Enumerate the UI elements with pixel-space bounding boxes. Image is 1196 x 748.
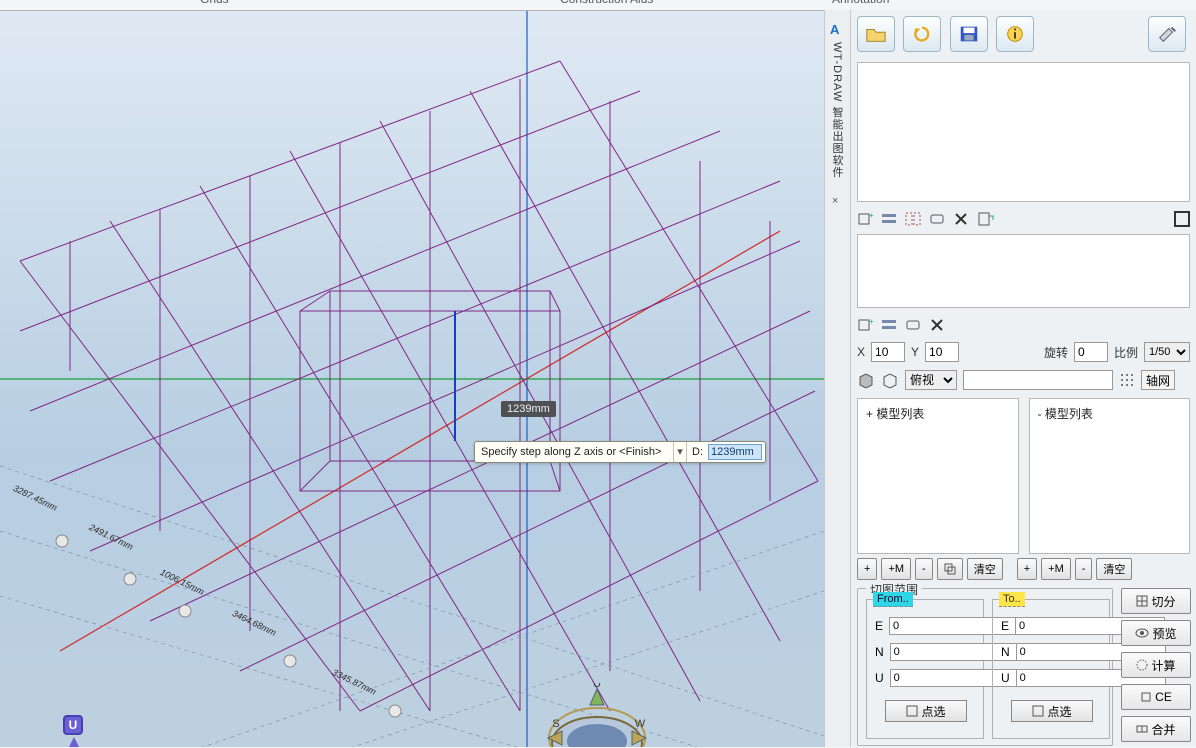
model-lists: + 模型列表 - 模型列表 — [857, 398, 1190, 554]
prompt-dropdown-icon[interactable]: ▾ — [673, 442, 687, 462]
e-label: E — [1001, 619, 1009, 633]
delete-icon[interactable] — [929, 317, 947, 333]
from-tag[interactable]: From.. — [873, 592, 913, 607]
upper-list[interactable] — [857, 62, 1190, 202]
measure-tooltip: 1239mm — [501, 401, 556, 417]
tag-icon[interactable] — [905, 317, 923, 333]
minus-button[interactable]: - — [915, 558, 933, 580]
plus-m-button-2[interactable]: +M — [1041, 558, 1071, 580]
tab-annotation[interactable]: Annotation — [832, 0, 889, 6]
pin-button[interactable] — [1148, 16, 1186, 52]
from-box: From.. E N U 点选 — [866, 599, 984, 739]
copy-button[interactable] — [937, 558, 963, 580]
export-icon[interactable] — [977, 211, 995, 227]
view-compass[interactable]: U S W — [542, 683, 652, 747]
cut-button[interactable]: 切分 — [1121, 588, 1191, 614]
aveva-logo-icon: A — [830, 22, 839, 37]
to-tag[interactable]: To.. — [999, 592, 1025, 607]
ce-button[interactable]: CE — [1121, 684, 1191, 710]
view-select[interactable]: 俯视 — [905, 370, 957, 390]
viewport-3d[interactable]: 3287.45mm 2491.67mm 1006.15mm 3464.68mm … — [0, 10, 824, 747]
model-list-plus[interactable]: + 模型列表 — [857, 398, 1019, 554]
u-label: U — [1001, 671, 1010, 685]
view-row: 俯视 轴网 — [857, 368, 1190, 392]
box-wire-icon[interactable] — [881, 371, 899, 389]
model-list-buttons: + +M - 清空 + +M - 清空 — [857, 558, 1190, 582]
axis-grid-button[interactable]: 轴网 — [1141, 370, 1175, 390]
d-input[interactable] — [708, 444, 762, 460]
view-name-box[interactable] — [963, 370, 1113, 390]
layout1-icon[interactable] — [881, 211, 899, 227]
model-list-minus[interactable]: - 模型列表 — [1029, 398, 1191, 554]
up-marker: U — [63, 715, 85, 747]
clip-range-group: 切图范围 From.. E N U 点选 To.. E N U 点选 — [857, 588, 1113, 746]
tab-construction-aids[interactable]: Construction Aids — [560, 0, 653, 6]
side-tab-bar[interactable]: A WT-DRAW 智能出图软件 × — [824, 10, 850, 747]
list1-tools: + — [857, 208, 1190, 230]
to-box: To.. E N U 点选 — [992, 599, 1110, 739]
svg-text:W: W — [635, 718, 646, 730]
xy-row: X Y 旋转 比例 1/50 — [857, 340, 1190, 364]
preview-button[interactable]: 预览 — [1121, 620, 1191, 646]
add-cube-icon[interactable]: + — [857, 211, 875, 227]
scale-select[interactable]: 1/50 — [1144, 342, 1190, 362]
u-icon: U — [63, 715, 83, 735]
svg-text:+: + — [869, 211, 874, 220]
right-panel: + + X Y 旋转 比例 1/50 俯视 轴网 + 模型列表 - 模型列表 — [850, 10, 1196, 747]
command-prompt-bar[interactable]: Specify step along Z axis or <Finish> ▾ … — [474, 441, 766, 463]
command-prompt-text: Specify step along Z axis or <Finish> — [475, 446, 673, 458]
calc-button[interactable]: 计算 — [1121, 652, 1191, 678]
box-shaded-icon[interactable] — [857, 371, 875, 389]
open-button[interactable] — [857, 16, 895, 52]
ribbon-tab-labels: Grids Construction Aids Annotation — [0, 0, 1196, 10]
from-pick-button[interactable]: 点选 — [885, 700, 967, 722]
minus-button-2[interactable]: - — [1075, 558, 1093, 580]
tab-grids[interactable]: Grids — [200, 0, 229, 6]
d-label: D: — [687, 446, 708, 458]
info-button[interactable] — [996, 16, 1034, 52]
stop-icon[interactable] — [1174, 211, 1190, 227]
e-label: E — [875, 619, 883, 633]
wireframe-model — [0, 11, 824, 747]
list2-tools: + — [857, 314, 1190, 336]
clear-button-2[interactable]: 清空 — [1096, 558, 1132, 580]
delete-icon[interactable] — [953, 211, 971, 227]
to-pick-button[interactable]: 点选 — [1011, 700, 1093, 722]
panel-toolbar — [857, 16, 1190, 56]
add-cube-icon[interactable]: + — [857, 317, 875, 333]
save-button[interactable] — [950, 16, 988, 52]
layout1-icon[interactable] — [881, 317, 899, 333]
u-label: U — [875, 671, 884, 685]
rotate-input[interactable] — [1074, 342, 1108, 362]
rotate-label: 旋转 — [1044, 344, 1068, 361]
up-arrow-icon — [69, 737, 79, 747]
x-label: X — [857, 345, 865, 359]
x-input[interactable] — [871, 342, 905, 362]
svg-text:+: + — [869, 317, 874, 326]
y-label: Y — [911, 345, 919, 359]
plus-m-button[interactable]: +M — [881, 558, 911, 580]
y-input[interactable] — [925, 342, 959, 362]
merge-button[interactable]: 合并 — [1121, 716, 1191, 742]
n-label: N — [875, 645, 884, 659]
n-label: N — [1001, 645, 1010, 659]
clear-button[interactable]: 清空 — [967, 558, 1003, 580]
grid-dots-icon[interactable] — [1119, 372, 1135, 388]
plus-button-2[interactable]: + — [1017, 558, 1037, 580]
svg-text:S: S — [552, 718, 559, 730]
layout2-icon[interactable] — [905, 211, 923, 227]
tag-icon[interactable] — [929, 211, 947, 227]
side-tab-title: WT-DRAW 智能出图软件 — [829, 42, 845, 178]
scale-label: 比例 — [1114, 344, 1138, 361]
action-buttons: 切分 预览 计算 CE 合并 — [1121, 588, 1191, 748]
svg-text:U: U — [593, 683, 601, 690]
plus-button[interactable]: + — [857, 558, 877, 580]
refresh-button[interactable] — [903, 16, 941, 52]
close-icon[interactable]: × — [832, 195, 838, 207]
middle-list[interactable] — [857, 234, 1190, 308]
